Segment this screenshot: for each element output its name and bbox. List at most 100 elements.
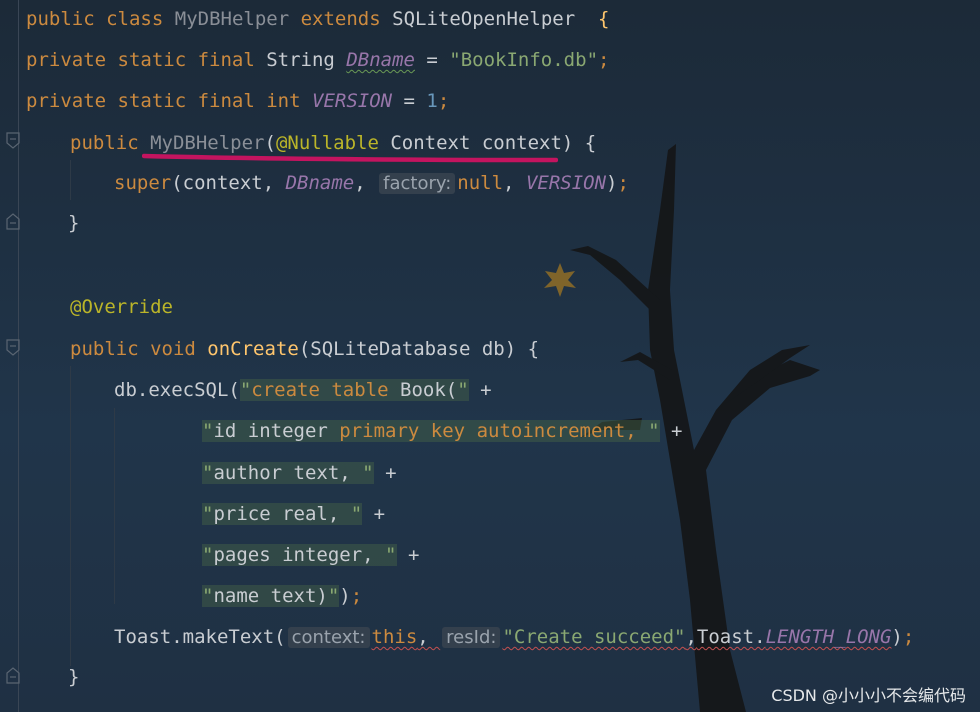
comma: ,: [503, 172, 526, 194]
sql-keyword: create table: [251, 379, 389, 401]
sql-column: pages integer,: [213, 544, 386, 566]
parameter-hint: factory:: [379, 173, 456, 194]
red-highlight-underline: [142, 153, 558, 163]
string-literal: "Create succeed": [502, 626, 686, 648]
class-reference: Toast.: [696, 626, 766, 648]
sql-column: price real,: [213, 503, 351, 525]
keyword: super: [114, 172, 172, 194]
code-line-super-call[interactable]: super(context, DBname, factory: null, VER…: [114, 170, 629, 196]
quote: ": [202, 585, 214, 607]
field-reference: VERSION: [525, 172, 607, 194]
annotation: @Override: [70, 296, 173, 318]
fold-expand-icon[interactable]: [5, 666, 21, 684]
operator: =: [392, 90, 427, 112]
field-name: DBname: [346, 49, 415, 71]
quote: ": [202, 544, 214, 566]
quote: ": [350, 503, 363, 525]
code-line-sql-price[interactable]: "price real, " +: [202, 501, 385, 527]
maple-leaf-illustration: [544, 263, 576, 297]
method-call: db.execSQL(: [114, 379, 240, 401]
sql-column: name text): [213, 585, 328, 607]
quote: ": [202, 462, 214, 484]
modifiers: private static final: [26, 90, 255, 112]
code-line-close-brace[interactable]: }: [68, 664, 79, 690]
quote: ": [362, 462, 374, 484]
code-line-sql-id[interactable]: "id integer primary key autoincrement, "…: [202, 418, 683, 444]
paren: ): [339, 585, 351, 607]
indent-guide: [70, 160, 71, 200]
keyword: public: [70, 132, 139, 154]
quote: ": [239, 379, 252, 401]
paren: ): [606, 172, 618, 194]
code-line-class-declaration[interactable]: public class MyDBHelper extends SQLiteOp…: [26, 6, 610, 32]
fold-collapse-icon[interactable]: [5, 339, 21, 357]
operator: =: [414, 49, 450, 71]
operator: +: [362, 503, 386, 525]
semicolon: ;: [598, 49, 610, 71]
quote: ": [327, 585, 340, 607]
semicolon: ;: [617, 172, 629, 194]
sql-column: author text,: [213, 462, 363, 484]
parameters: (SQLiteDatabase db) {: [298, 338, 540, 360]
code-line-execsql[interactable]: db.execSQL("create table Book(" +: [114, 377, 492, 403]
semicolon: ;: [902, 626, 915, 648]
keyword: this: [371, 626, 418, 648]
class-name: MyDBHelper: [174, 8, 290, 30]
code-line-toast[interactable]: Toast.makeText(context: this, resId: "Crea…: [114, 624, 914, 650]
method-name: onCreate: [207, 338, 299, 360]
brace: }: [68, 666, 80, 688]
quote: ": [648, 420, 660, 442]
comma: ,: [354, 172, 378, 194]
keyword: class: [106, 8, 164, 30]
code-line-version-field[interactable]: private static final int VERSION = 1;: [26, 88, 449, 114]
code-line-oncreate[interactable]: public void onCreate(SQLiteDatabase db) …: [70, 336, 539, 362]
code-line-sql-name[interactable]: "name text)");: [202, 583, 362, 609]
code-line-close-brace[interactable]: }: [68, 210, 79, 236]
quote: ": [457, 379, 469, 401]
code-line-sql-author[interactable]: "author text, " +: [202, 460, 397, 486]
semicolon: ;: [350, 585, 363, 607]
parameter-hint: context:: [287, 627, 370, 648]
paren: ): [891, 626, 903, 648]
quote: ": [202, 420, 214, 442]
modifiers: public void: [70, 338, 196, 360]
number-literal: 1: [426, 90, 438, 112]
operator: +: [468, 379, 492, 401]
semicolon: ;: [437, 90, 450, 112]
brace: }: [68, 212, 80, 234]
field-name: VERSION: [312, 90, 393, 112]
fold-collapse-icon[interactable]: [5, 132, 21, 150]
code-line-override[interactable]: @Override: [70, 294, 173, 320]
brace: {: [598, 8, 610, 30]
indent-guide: [70, 366, 71, 666]
paren: (: [264, 132, 276, 154]
annotation: @Nullable: [275, 132, 379, 154]
parameters: Context context) {: [378, 132, 597, 154]
code-line-sql-pages[interactable]: "pages integer, " +: [202, 542, 419, 568]
code-editor[interactable]: public class MyDBHelper extends SQLiteOp…: [0, 0, 980, 712]
keyword: extends: [300, 8, 381, 30]
type: String: [266, 49, 335, 71]
modifiers: private static final: [26, 49, 255, 71]
type: int: [266, 90, 301, 112]
operator: +: [373, 462, 397, 484]
sql-text: Book(: [388, 379, 458, 401]
keyword: public: [26, 8, 95, 30]
parameter-hint: resId:: [442, 627, 501, 648]
comma: ,: [685, 626, 697, 648]
arguments: (context,: [171, 172, 286, 194]
code-line-dbname-field[interactable]: private static final String DBname = "Bo…: [26, 47, 609, 73]
method-call: Toast.makeText(: [114, 626, 286, 648]
watermark: CSDN @小小小不会编代码: [771, 686, 966, 705]
comma: ,: [417, 626, 441, 648]
constructor-name: MyDBHelper: [150, 132, 265, 154]
indent-guide: [114, 408, 115, 604]
sql-keyword: primary key autoincrement,: [339, 420, 649, 442]
field-reference: DBname: [285, 172, 355, 194]
operator: +: [396, 544, 420, 566]
string-literal: "BookInfo.db": [449, 49, 599, 71]
sql-column: id integer: [213, 420, 340, 442]
parent-class: SQLiteOpenHelper: [392, 8, 576, 30]
keyword: null: [457, 172, 504, 194]
fold-expand-icon[interactable]: [5, 212, 21, 230]
